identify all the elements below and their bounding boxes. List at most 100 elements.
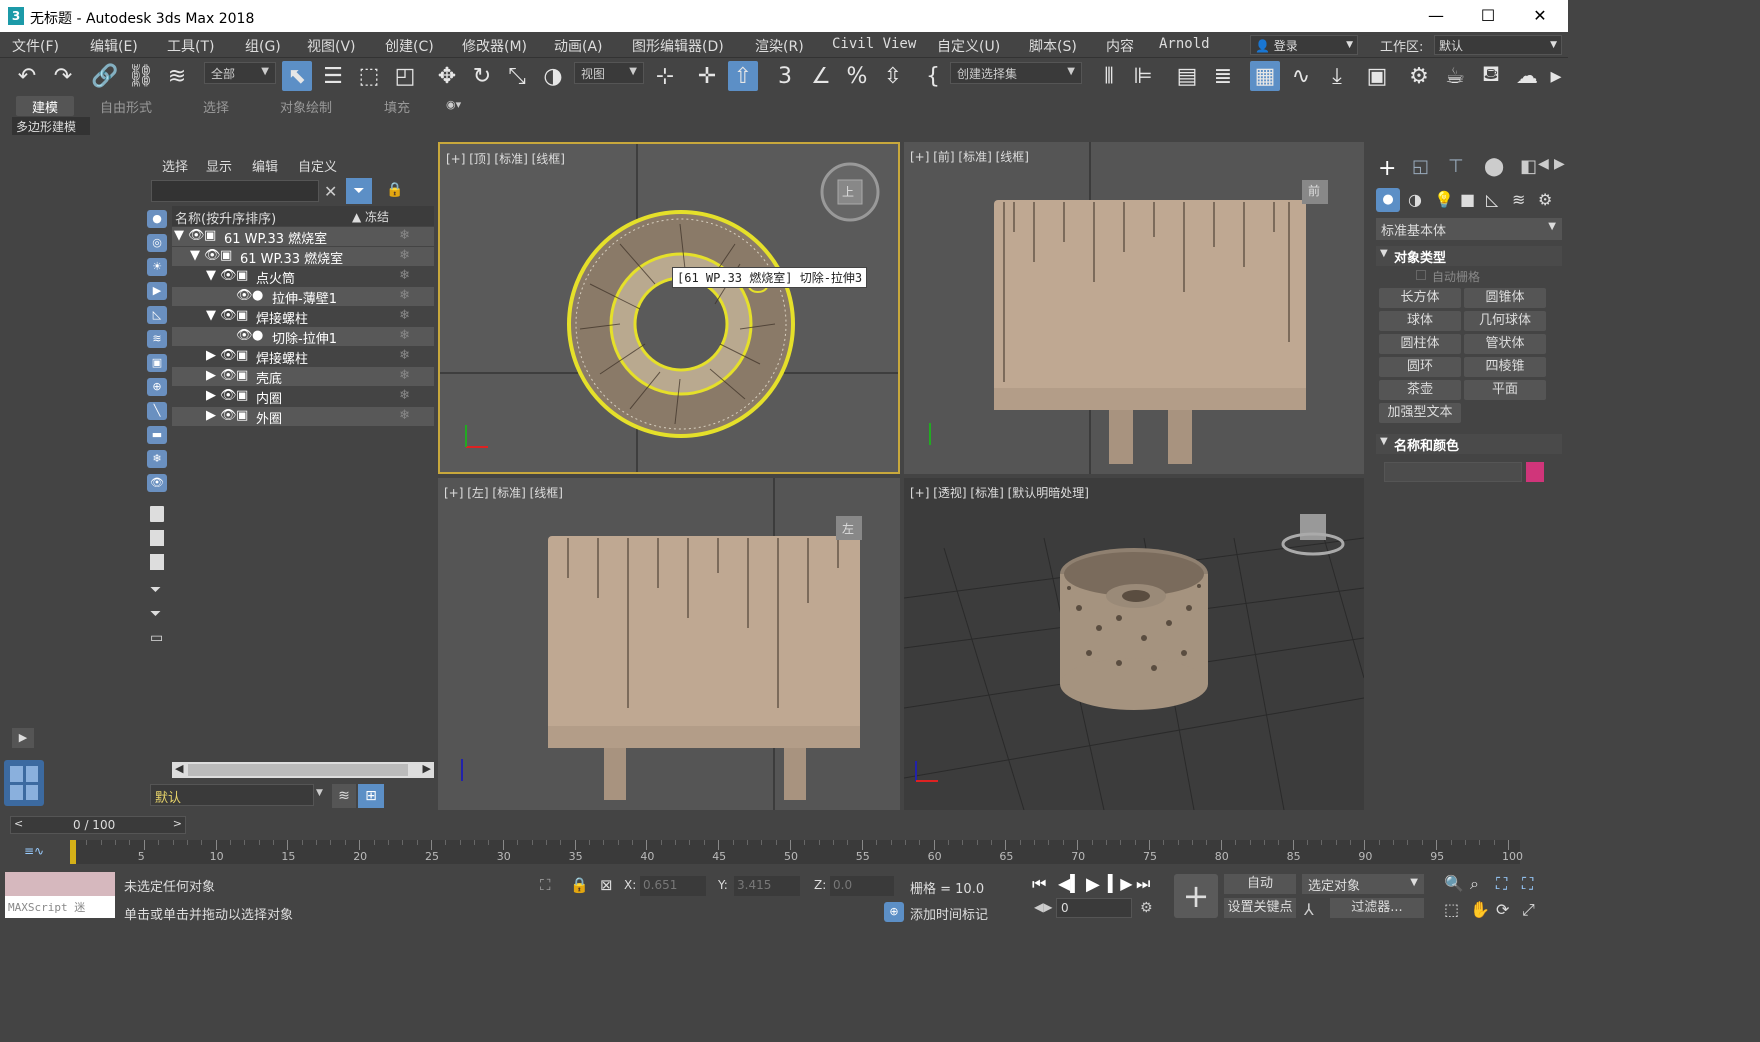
unlink-icon[interactable]: ⛓	[126, 61, 156, 91]
explorer-tab-edit[interactable]: 编辑	[252, 156, 278, 175]
spacewarp-filter-icon[interactable]: ≋	[147, 330, 167, 348]
eye-icon[interactable]: 👁	[220, 368, 237, 383]
chevron-down-icon[interactable]: ▼	[316, 788, 323, 798]
auto-key-button[interactable]: 自动	[1224, 874, 1296, 894]
create-tab-icon[interactable]: +	[1378, 156, 1396, 181]
selection-filter-dropdown[interactable]: 全部 ▼	[204, 62, 276, 84]
cylinder-button[interactable]: 圆柱体	[1379, 334, 1461, 354]
scene-explorer-icon[interactable]: ▤	[1172, 61, 1202, 91]
viewport-layout-icon[interactable]	[4, 760, 44, 806]
ribbon-panel-polygon-modeling[interactable]: 多边形建模	[12, 117, 90, 135]
xref-filter-icon[interactable]: ⊕	[147, 378, 167, 396]
freeze-icon[interactable]: ❄	[399, 288, 410, 303]
menu-view[interactable]: 视图(V)	[307, 36, 356, 56]
ribbon-tab-selection[interactable]: 选择	[193, 96, 239, 116]
toolbar-overflow-icon[interactable]: ▸	[1546, 61, 1566, 91]
move-icon[interactable]: ✥	[432, 61, 462, 91]
textplus-button[interactable]: 加强型文本	[1379, 403, 1461, 423]
play-icon[interactable]: ▶	[12, 728, 34, 748]
menu-create[interactable]: 创建(C)	[385, 36, 434, 56]
add-time-tag-icon[interactable]: ⊕	[884, 902, 904, 922]
scroll-right-icon[interactable]: ▶	[1554, 156, 1565, 172]
hidden-filter-icon[interactable]: 👁	[147, 474, 167, 492]
expand-icon[interactable]: ▶	[206, 368, 216, 383]
viewcube-face[interactable]: 左	[842, 520, 854, 537]
filter-icon[interactable]: ⏷	[346, 178, 372, 204]
transform-mode-icon[interactable]: ⊠	[600, 876, 613, 894]
keyboard-shortcut-icon[interactable]: ⇧	[728, 61, 758, 91]
viewport-perspective[interactable]: [+] [透视] [标准] [默认明暗处理]	[904, 478, 1364, 810]
scroll-thumb[interactable]	[188, 764, 408, 776]
display-tab-icon[interactable]: ◧	[1520, 156, 1537, 177]
tree-row[interactable]: ▶ 👁 ▣ 壳底 ❄	[172, 367, 434, 387]
lights-icon[interactable]: 💡	[1434, 190, 1454, 209]
eye-icon[interactable]: 👁	[220, 268, 237, 283]
ribbon-tab-freeform[interactable]: 自由形式	[90, 96, 162, 116]
bone-filter-icon[interactable]: ╲	[147, 402, 167, 420]
shape-filter-icon[interactable]: ◎	[147, 234, 167, 252]
menu-edit[interactable]: 编辑(E)	[90, 36, 138, 56]
box-button[interactable]: 长方体	[1379, 288, 1461, 308]
render-cloud-icon[interactable]: ☁	[1512, 61, 1542, 91]
geometry-filter-icon[interactable]: ●	[147, 210, 167, 228]
curve-editor-toggle-icon[interactable]: ≡∿	[24, 844, 44, 858]
collapse-icon[interactable]: ▼	[206, 268, 216, 283]
tree-row[interactable]: 👁 ● 切除-拉伸1 ❄	[172, 327, 434, 347]
menu-customize[interactable]: 自定义(U)	[937, 36, 1000, 56]
helper-filter-icon[interactable]: ◺	[147, 306, 167, 324]
viewport-label[interactable]: [+] [顶] [标准] [线框]	[446, 150, 565, 167]
scroll-left-icon[interactable]: ◀	[175, 762, 183, 775]
isolate-icon[interactable]: ⛶	[540, 876, 551, 894]
zoom-extents-icon[interactable]: ⛶	[1496, 874, 1507, 894]
viewport-top[interactable]: [+] [顶] [标准] [线框] 上 [61 WP.33 燃烧室] 切除-拉伸…	[438, 142, 900, 474]
light-filter-icon[interactable]: ☀	[147, 258, 167, 276]
sphere-button[interactable]: 球体	[1379, 311, 1461, 331]
spacewarps-icon[interactable]: ≋	[1512, 190, 1525, 209]
time-cursor[interactable]	[70, 840, 76, 864]
maxscript-mini-listener[interactable]	[5, 872, 115, 896]
horizontal-scrollbar[interactable]: ◀ ▶	[172, 762, 434, 778]
track-bar[interactable]: 5 10 15 20 25 30 35 40 45 50 55 60 65 70 75 80 85 90 95 100	[70, 840, 1523, 864]
render-production-icon[interactable]: ⛾	[1476, 61, 1506, 91]
menu-group[interactable]: 组(G)	[245, 36, 281, 56]
menu-content[interactable]: 内容	[1106, 36, 1134, 56]
layers-icon[interactable]: ≋	[332, 784, 356, 808]
pyramid-button[interactable]: 四棱锥	[1464, 357, 1546, 377]
menu-graph-editors[interactable]: 图形编辑器(D)	[632, 36, 724, 56]
scroll-right-icon[interactable]: ▶	[423, 762, 431, 775]
explorer-tab-customize[interactable]: 自定义	[298, 156, 337, 175]
eye-icon[interactable]: 👁	[220, 408, 237, 423]
eye-icon[interactable]: 👁	[236, 288, 253, 303]
rollout-name-color-header[interactable]: ▼ 名称和颜色	[1376, 434, 1562, 454]
torus-button[interactable]: 圆环	[1379, 357, 1461, 377]
expand-icon[interactable]: ▶	[206, 388, 216, 403]
collapse-icon[interactable]: ▼	[206, 308, 216, 323]
zoom-icon[interactable]: 🔍	[1444, 874, 1464, 893]
select-object-icon[interactable]: ⬉	[282, 61, 312, 91]
geosphere-button[interactable]: 几何球体	[1464, 311, 1546, 331]
collapse-icon[interactable]: ▼	[190, 248, 200, 263]
redo-icon[interactable]: ↷	[48, 61, 78, 91]
layer-dropdown[interactable]: 默认	[150, 784, 314, 806]
lock-icon[interactable]: 🔒	[386, 182, 403, 198]
explorer-tab-display[interactable]: 显示	[206, 156, 232, 175]
maximize-button[interactable]: ☐	[1468, 4, 1508, 28]
column-freeze[interactable]: ▲ 冻结	[352, 208, 389, 225]
viewport-label[interactable]: [+] [透视] [标准] [默认明暗处理]	[910, 484, 1089, 501]
current-frame-field[interactable]: 0	[1056, 898, 1132, 918]
zoom-all-icon[interactable]: ⌕	[1470, 874, 1479, 894]
ribbon-options-icon[interactable]: ◉▾	[446, 98, 461, 111]
pivot-center-icon[interactable]: ⊹	[650, 61, 680, 91]
angle-snap-icon[interactable]: ∠	[806, 61, 836, 91]
camera-filter-icon[interactable]: ▶	[147, 282, 167, 300]
motion-tab-icon[interactable]: ⬤	[1484, 156, 1504, 177]
snaps-toggle-icon[interactable]: 3	[770, 61, 800, 91]
mirror-icon[interactable]: ⫴	[1094, 61, 1124, 91]
maxscript-input[interactable]: MAXScript 迷	[5, 896, 115, 918]
maximize-viewport-icon[interactable]: ⤢	[1522, 900, 1535, 920]
collapse-icon[interactable]: ▼	[174, 228, 184, 243]
z-coordinate-field[interactable]: 0.0	[830, 876, 894, 896]
zoom-extents-all-icon[interactable]: ⛶	[1522, 874, 1533, 894]
tree-row[interactable]: ▶ 👁 ▣ 外圈 ❄	[172, 407, 434, 427]
align-icon[interactable]: ⊫	[1128, 61, 1158, 91]
